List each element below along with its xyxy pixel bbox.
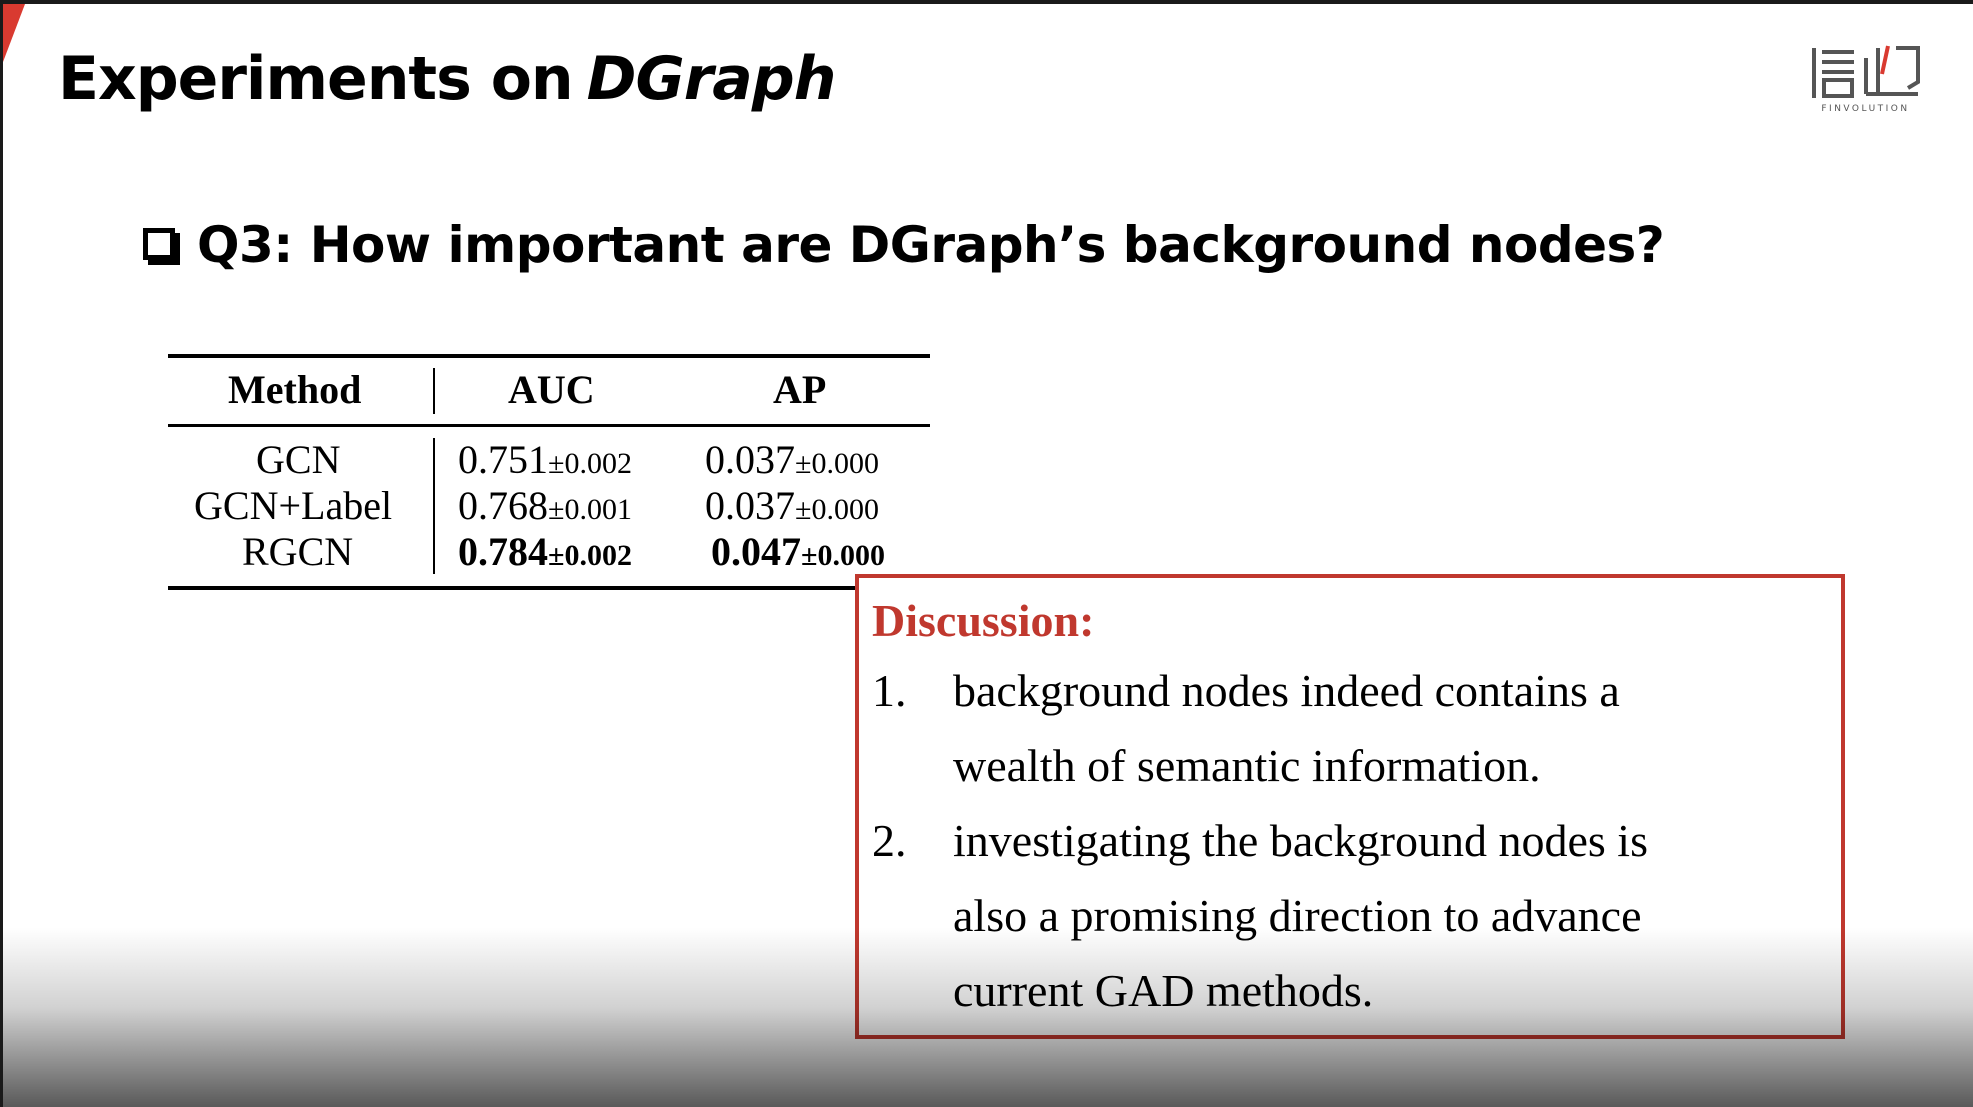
ap-std: ±0.000 (801, 539, 885, 572)
table-body-divider (433, 438, 435, 574)
discussion-box: Discussion: 1. background nodes indeed c… (855, 574, 1845, 1039)
checkbox-bullet-icon (143, 228, 175, 260)
title-main: Experiments on (58, 44, 574, 114)
row-gcn-label-method: GCN+Label (194, 483, 393, 528)
auc-std: ±0.001 (548, 493, 632, 526)
row-gcn-method: GCN (256, 437, 341, 482)
auc-value: 0.751 (458, 437, 548, 482)
ap-value: 0.047 (711, 529, 801, 574)
row-gcn-ap: 0.037±0.000 (705, 436, 879, 483)
slide: Experiments on DGraph FINVOLUTION Q3: How… (0, 0, 1973, 1107)
discussion-item-2-line-3: current GAD methods. (953, 965, 1374, 1016)
discussion-item-1-line-2: wealth of semantic information. (953, 740, 1541, 791)
question-heading: Q3: How important are DGraph’s backgroun… (143, 216, 1665, 274)
header-method: Method (228, 367, 362, 412)
row-gcn-label-ap: 0.037±0.000 (705, 482, 879, 529)
table-header-rule (168, 424, 930, 427)
ap-value: 0.037 (705, 483, 795, 528)
ap-std: ±0.000 (795, 447, 879, 480)
slide-title: Experiments on DGraph (58, 44, 837, 114)
auc-value: 0.784 (458, 529, 548, 574)
logo-mark-icon (1812, 45, 1920, 98)
auc-std: ±0.002 (548, 447, 632, 480)
row-gcn-label-auc: 0.768±0.001 (458, 482, 632, 529)
discussion-item-1-line-1: background nodes indeed contains a (953, 665, 1620, 716)
row-rgcn-auc: 0.784±0.002 (458, 528, 632, 575)
discussion-item-2-number: 2. (872, 815, 907, 866)
row-rgcn-ap: 0.047±0.000 (711, 528, 885, 575)
table-bottom-rule (168, 586, 930, 590)
discussion-item-1-number: 1. (872, 665, 907, 716)
header-ap: AP (773, 367, 827, 412)
discussion-title: Discussion: (872, 595, 1095, 646)
auc-value: 0.768 (458, 483, 548, 528)
title-italic: DGraph (586, 44, 837, 114)
ap-value: 0.037 (705, 437, 795, 482)
corner-accent (3, 4, 25, 62)
auc-std: ±0.002 (548, 539, 632, 572)
discussion-item-2-line-2: also a promising direction to advance (953, 890, 1642, 941)
logo-text: FINVOLUTION (1821, 104, 1910, 114)
question-text: Q3: How important are DGraph’s backgroun… (197, 216, 1665, 274)
row-rgcn-method: RGCN (242, 529, 354, 574)
table-top-rule (168, 354, 930, 358)
finvolution-logo: FINVOLUTION (1808, 44, 1923, 119)
discussion-item-2-line-1: investigating the background nodes is (953, 815, 1648, 866)
header-auc: AUC (508, 367, 595, 412)
row-gcn-auc: 0.751±0.002 (458, 436, 632, 483)
table-header-divider (433, 368, 435, 414)
ap-std: ±0.000 (795, 493, 879, 526)
